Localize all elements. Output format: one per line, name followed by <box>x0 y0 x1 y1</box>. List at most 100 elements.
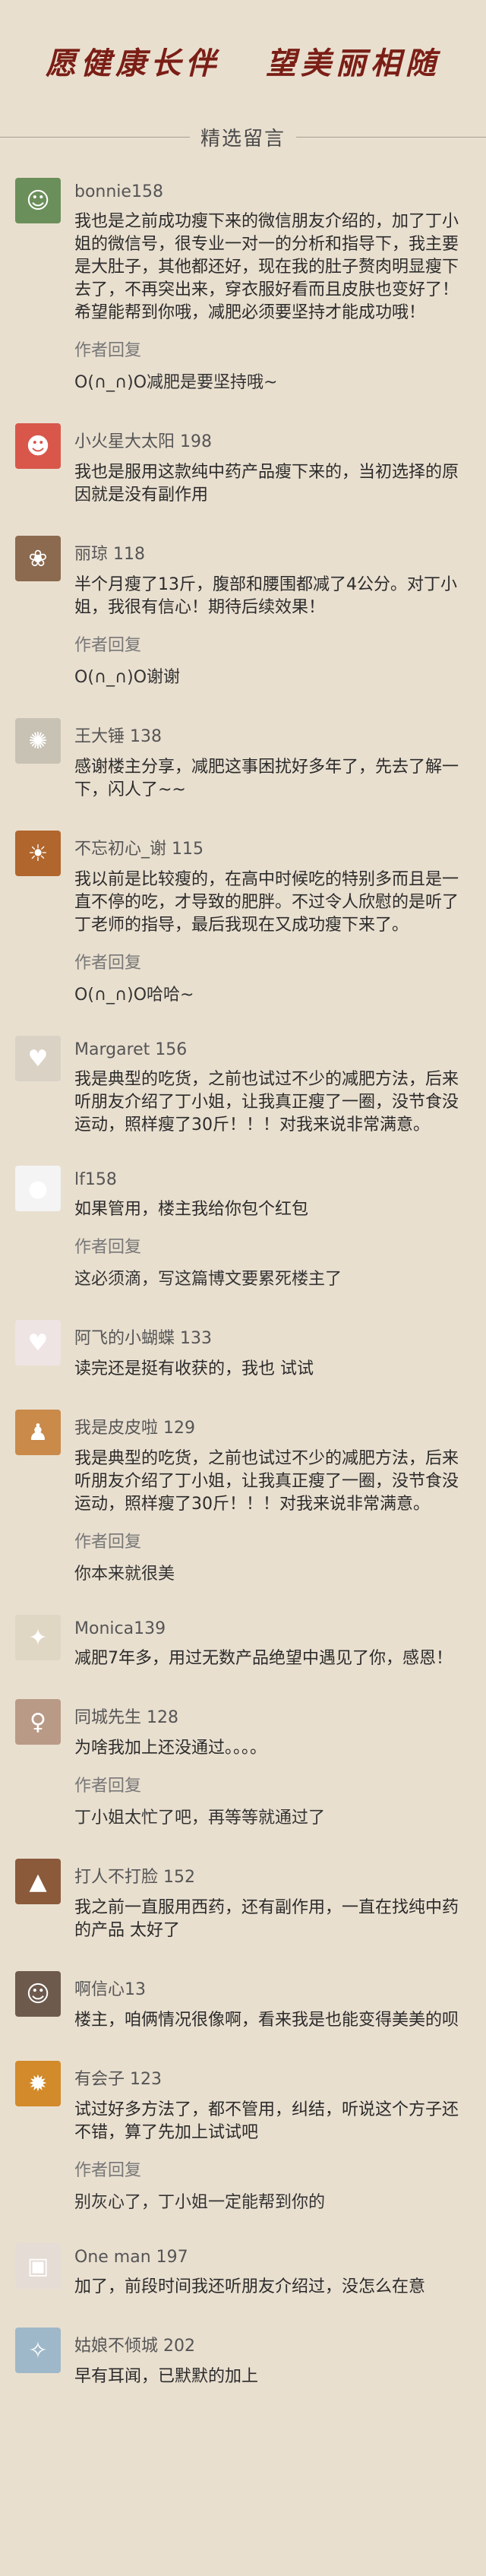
comment-body: 啊信心13 楼主，咱俩情况很像啊，看来我是也能变得美美的呗 <box>74 1971 471 2032</box>
comment-body: 打人不打脸 152 我之前一直服用西药，还有副作用，一直在找纯中药的产品 太好了 <box>74 1859 471 1942</box>
comment-text: 感谢楼主分享，减肥这事困扰好多年了，先去了解一下，闪人了~~ <box>74 758 459 799</box>
comment-body: 同城先生 128 为啥我加上还没通过。。。。 作者回复丁小姐太忙了吧，再等等就通过了 <box>74 1699 471 1830</box>
commenter-name[interactable]: 丽琼 118 <box>74 540 471 565</box>
commenter-name[interactable]: 同城先生 128 <box>74 1704 471 1728</box>
avatar[interactable]: ✦ <box>15 1615 61 1660</box>
comment-body: 我是皮皮啦 129 我是典型的吃货，之前也试过不少的减肥方法，后来听朋友介绍了丁小… <box>74 1410 471 1586</box>
flower-icon: ❀ <box>28 545 48 572</box>
commenter-name[interactable]: 阿飞的小蝴蝶 133 <box>74 1324 471 1349</box>
author-reply-text: O(∩_∩)O减肥是要坚持哦~ <box>74 373 278 392</box>
comment-item: ❀ 丽琼 118 半个月瘦了13斤，腹部和腰围都减了4公分。对丁小姐，我很有信心！期… <box>15 521 471 703</box>
avatar[interactable]: ♥ <box>15 1036 61 1081</box>
comment-item: ♟ 我是皮皮啦 129 我是典型的吃货，之前也试过不少的减肥方法，后来听朋友介绍了丁… <box>15 1394 471 1600</box>
author-reply-label: 作者回复 <box>74 954 142 973</box>
comment-text: 我之前一直服用西药，还有副作用，一直在找纯中药的产品 太好了 <box>74 1898 459 1940</box>
lion-icon: ✹ <box>28 2070 48 2097</box>
panda-icon: ● <box>27 1175 49 1202</box>
avatar[interactable]: ✺ <box>15 718 61 764</box>
commenter-name[interactable]: 有会子 123 <box>74 2065 471 2090</box>
comment-text: 楼主，咱俩情况很像啊，看来我是也能变得美美的呗 <box>74 2011 459 2030</box>
avatar[interactable]: ♥ <box>15 1320 61 1366</box>
commenter-name[interactable]: 小火星大太阳 198 <box>74 428 471 452</box>
header: 愿健康长伴 望美丽相随 <box>0 0 486 122</box>
avatar[interactable]: ☺ <box>15 178 61 223</box>
comment-text: 我也是服用这款纯中药产品瘦下来的，当初选择的原因就是没有副作用 <box>74 463 459 505</box>
commenter-name[interactable]: Margaret 156 <box>74 1040 471 1059</box>
commenter-name[interactable]: lf158 <box>74 1170 471 1189</box>
comment-body: 有会子 123 试过好多方法了，都不管用，纠结，听说这个方子还不错，算了先加上试试… <box>74 2061 471 2214</box>
comment-item: ♥ Margaret 156 我是典型的吃货，之前也试过不少的减肥方法，后来听朋友介… <box>15 1021 471 1150</box>
author-reply-text: 别灰心了，丁小姐一定能帮到你的 <box>74 2193 326 2212</box>
avatar[interactable]: ❀ <box>15 536 61 581</box>
comment-item: ✺ 王大锤 138 感谢楼主分享，减肥这事困扰好多年了，先去了解一下，闪人了~~ <box>15 703 471 815</box>
comment-text: 试过好多方法了，都不管用，纠结，听说这个方子还不错，算了先加上试试吧 <box>74 2100 459 2142</box>
girl-icon: ♀ <box>30 1708 46 1736</box>
author-reply-label: 作者回复 <box>74 1238 142 1257</box>
divider-line-right <box>296 136 486 138</box>
commenter-name[interactable]: Monica139 <box>74 1619 471 1638</box>
avatar[interactable]: ♀ <box>15 1699 61 1745</box>
comment-text: 加了，前段时间我还听朋友介绍过，没怎么在意 <box>74 2277 426 2296</box>
comment-text: 我以前是比较瘦的，在高中时候吃的特别多而且是一直不停的吃，才导致的肥胖。不过令人… <box>74 870 459 935</box>
comment-text: 为啥我加上还没通过。。。。 <box>74 1739 267 1758</box>
commenter-name[interactable]: 我是皮皮啦 129 <box>74 1414 471 1438</box>
comment-body: One man 197 加了，前段时间我还听朋友介绍过，没怎么在意 <box>74 2243 471 2299</box>
avatar[interactable]: ✧ <box>15 2328 61 2373</box>
avatar[interactable]: ☺ <box>15 1971 61 2017</box>
avatar[interactable]: ● <box>15 1166 61 1211</box>
author-reply-label: 作者回复 <box>74 636 142 655</box>
comment-body: lf158 如果管用，楼主我给你包个红包 作者回复 这必须滴，写这篇博文要累死楼主了 <box>74 1166 471 1291</box>
comment-text: 半个月瘦了13斤，腹部和腰围都减了4公分。对丁小姐，我很有信心！期待后续效果！ <box>74 575 457 617</box>
cartoon-face-icon: ☻ <box>26 432 50 460</box>
person-icon: ☺ <box>26 187 50 214</box>
commenter-name[interactable]: One man 197 <box>74 2248 471 2267</box>
comment-item: ✧ 姑娘不倾城 202 早有耳闻，已默默的加上 <box>15 2312 471 2402</box>
avatar[interactable]: ▣ <box>15 2243 61 2289</box>
author-reply-text: O(∩_∩)O谢谢 <box>74 668 181 687</box>
avatar[interactable]: ✹ <box>15 2061 61 2106</box>
comment-body: bonnie158 我也是之前成功瘦下来的微信朋友介绍的，加了丁小姐的微信号，很专… <box>74 178 471 394</box>
comment-item: ☺ 啊信心13 楼主，咱俩情况很像啊，看来我是也能变得美美的呗 <box>15 1956 471 2046</box>
photo-icon: ▣ <box>27 2252 49 2280</box>
section-divider: 精选留言 <box>0 122 486 152</box>
comment-body: 不忘初心_谢 115 我以前是比较瘦的，在高中时候吃的特别多而且是一直不停的吃，才… <box>74 831 471 1007</box>
comment-item: ✦ Monica139 减肥7年多，用过无数产品绝望中遇见了你，感恩！ <box>15 1600 471 1684</box>
comment-text: 读完还是挺有收获的，我也 试试 <box>74 1359 314 1378</box>
avatar[interactable]: ☀ <box>15 831 61 876</box>
comment-item: ● lf158 如果管用，楼主我给你包个红包 作者回复 这必须滴，写这篇博文要累死楼主了 <box>15 1150 471 1305</box>
commenter-name[interactable]: 王大锤 138 <box>74 723 471 747</box>
author-reply-label: 作者回复 <box>74 1533 142 1552</box>
author-reply-label: 作者回复 <box>74 2161 142 2180</box>
comment-list: ☺ bonnie158 我也是之前成功瘦下来的微信朋友介绍的，加了丁小姐的微信号，很… <box>0 163 486 2402</box>
comment-item: ♀ 同城先生 128 为啥我加上还没通过。。。。 作者回复丁小姐太忙了吧，再等等就通过… <box>15 1684 471 1843</box>
author-reply-text: 丁小姐太忙了吧，再等等就通过了 <box>74 1809 326 1828</box>
comment-item: ♥ 阿飞的小蝴蝶 133 读完还是挺有收获的，我也 试试 <box>15 1305 471 1394</box>
dandelion-icon: ✺ <box>28 727 48 755</box>
comment-item: ☻ 小火星大太阳 198 我也是服用这款纯中药产品瘦下来的，当初选择的原因就是没有副… <box>15 408 471 521</box>
cat-icon: ♥ <box>27 1045 49 1072</box>
avatar[interactable]: ☻ <box>15 423 61 469</box>
comment-text: 我是典型的吃货，之前也试过不少的减肥方法，后来听朋友介绍了丁小姐，让我真正瘦了一… <box>74 1449 459 1514</box>
commenter-name[interactable]: 打人不打脸 152 <box>74 1863 471 1888</box>
commenter-name[interactable]: 啊信心13 <box>74 1976 471 2000</box>
comment-item: ☀ 不忘初心_谢 115 我以前是比较瘦的，在高中时候吃的特别多而且是一直不停的吃，… <box>15 815 471 1021</box>
divider-line-left <box>0 136 190 138</box>
portrait-icon: ☺ <box>26 1980 50 2008</box>
comment-text: 如果管用，楼主我给你包个红包 <box>74 1200 309 1219</box>
heart-icon: ♥ <box>27 1329 49 1356</box>
commenter-name[interactable]: bonnie158 <box>74 182 471 201</box>
avatar[interactable]: ♟ <box>15 1410 61 1455</box>
sunset-icon: ☀ <box>27 840 49 867</box>
comment-item: ▣ One man 197 加了，前段时间我还听朋友介绍过，没怎么在意 <box>15 2228 471 2312</box>
author-reply-label: 作者回复 <box>74 1777 142 1796</box>
comment-item: ☺ bonnie158 我也是之前成功瘦下来的微信朋友介绍的，加了丁小姐的微信号，很… <box>15 163 471 408</box>
commenter-name[interactable]: 不忘初心_谢 115 <box>74 835 471 859</box>
comment-text: 我也是之前成功瘦下来的微信朋友介绍的，加了丁小姐的微信号，很专业一对一的分析和指… <box>74 212 459 322</box>
commenter-name[interactable]: 姑娘不倾城 202 <box>74 2332 471 2356</box>
author-reply-label: 作者回复 <box>74 341 142 360</box>
landscape-icon: ▲ <box>29 1868 47 1895</box>
dancer-icon: ✧ <box>28 2337 48 2364</box>
author-reply-text: 你本来就很美 <box>74 1565 175 1584</box>
avatar[interactable]: ▲ <box>15 1859 61 1904</box>
comment-body: 王大锤 138 感谢楼主分享，减肥这事困扰好多年了，先去了解一下，闪人了~~ <box>74 718 471 802</box>
